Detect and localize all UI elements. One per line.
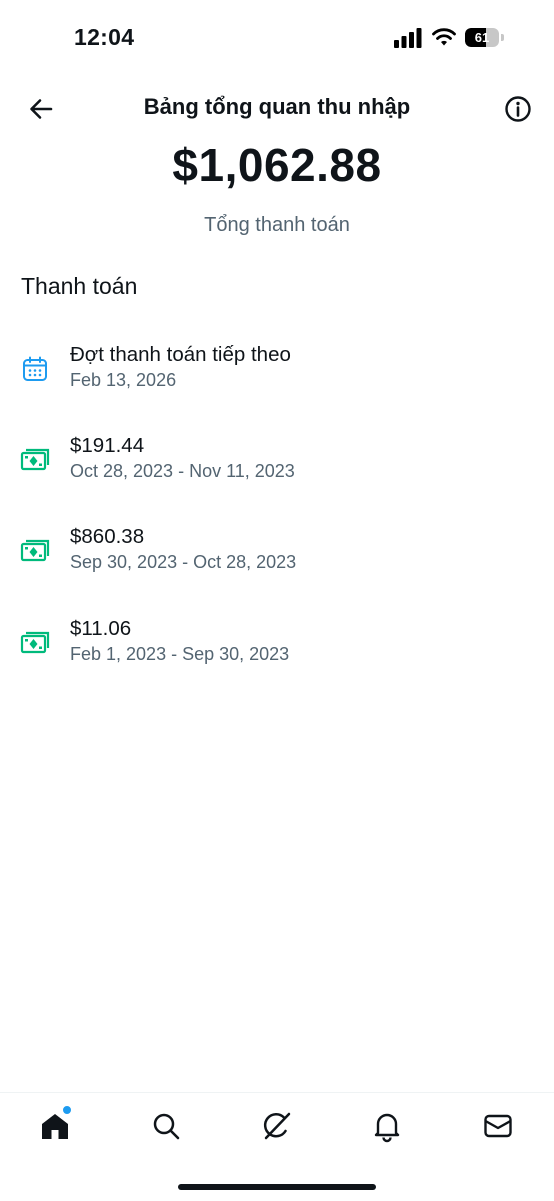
cellular-signal-icon	[394, 28, 422, 48]
messages-icon	[484, 1114, 512, 1138]
payment-period: Feb 1, 2023 - Sep 30, 2023	[70, 644, 290, 664]
status-time: 12:04	[74, 24, 135, 50]
money-icon	[20, 631, 50, 654]
money-icon	[20, 448, 50, 471]
grok-icon	[263, 1112, 291, 1140]
payment-amount: $860.38	[70, 525, 145, 548]
total-payout-amount: $1,062.88	[172, 139, 382, 191]
payment-item[interactable]: $191.44 Oct 28, 2023 - Nov 11, 2023	[0, 434, 554, 514]
calendar-icon	[23, 356, 47, 381]
battery-icon: 61	[465, 28, 505, 47]
home-indicator	[178, 1184, 376, 1190]
total-payout-label: Tổng thanh toán	[204, 214, 350, 236]
header: Bảng tổng quan thu nhập	[0, 82, 554, 134]
payment-date: Feb 13, 2026	[70, 370, 177, 390]
payment-title: Đợt thanh toán tiếp theo	[70, 343, 291, 366]
info-icon[interactable]	[500, 91, 536, 127]
notifications-icon	[374, 1113, 400, 1143]
payment-amount: $11.06	[70, 617, 132, 640]
battery-level: 61	[474, 30, 490, 45]
tab-grok[interactable]	[260, 1109, 294, 1143]
payment-item[interactable]: $860.38 Sep 30, 2023 - Oct 28, 2023	[0, 525, 554, 605]
payment-item-next[interactable]: Đợt thanh toán tiếp theo Feb 13, 2026	[0, 343, 554, 423]
payments-section-title: Thanh toán	[21, 273, 138, 299]
tab-notifications[interactable]	[370, 1109, 404, 1143]
tab-search[interactable]	[149, 1109, 183, 1143]
payment-item[interactable]: $11.06 Feb 1, 2023 - Sep 30, 2023	[0, 617, 554, 697]
money-icon	[20, 539, 50, 562]
payment-amount: $191.44	[70, 434, 145, 457]
status-bar: 12:04 61	[0, 0, 554, 76]
payment-period: Oct 28, 2023 - Nov 11, 2023	[70, 461, 295, 481]
search-icon	[153, 1113, 180, 1140]
notification-dot	[62, 1105, 72, 1115]
payment-period: Sep 30, 2023 - Oct 28, 2023	[70, 552, 297, 572]
page-title: Bảng tổng quan thu nhập	[143, 94, 411, 119]
tab-messages[interactable]	[481, 1109, 515, 1143]
wifi-icon	[432, 28, 456, 46]
